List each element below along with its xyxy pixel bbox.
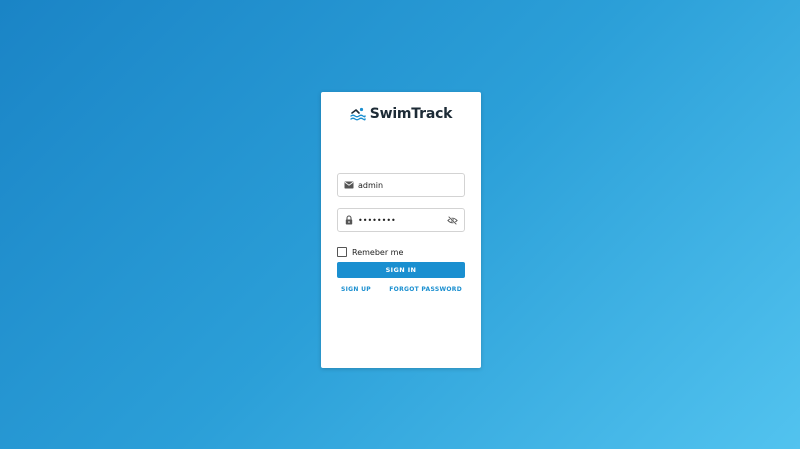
email-field[interactable] bbox=[337, 173, 465, 197]
forgot-password-link[interactable]: FORGOT PASSWORD bbox=[389, 286, 462, 293]
brand-logo: SwimTrack bbox=[321, 106, 481, 122]
remember-me[interactable]: Remeber me bbox=[337, 247, 403, 257]
lock-icon bbox=[345, 215, 353, 225]
sign-up-link[interactable]: SIGN UP bbox=[341, 286, 371, 293]
remember-label: Remeber me bbox=[352, 247, 404, 257]
login-card: SwimTrack Remeber me SIGN IN SIGN UP FOR… bbox=[321, 92, 481, 368]
password-field[interactable] bbox=[337, 208, 465, 232]
password-input[interactable] bbox=[358, 212, 445, 228]
sign-in-button[interactable]: SIGN IN bbox=[337, 262, 465, 278]
email-icon bbox=[344, 181, 354, 189]
swimmer-icon bbox=[350, 107, 366, 121]
brand-name: SwimTrack bbox=[369, 106, 453, 122]
email-input[interactable] bbox=[358, 177, 458, 193]
remember-checkbox[interactable] bbox=[337, 247, 347, 257]
eye-off-icon[interactable] bbox=[447, 215, 458, 226]
